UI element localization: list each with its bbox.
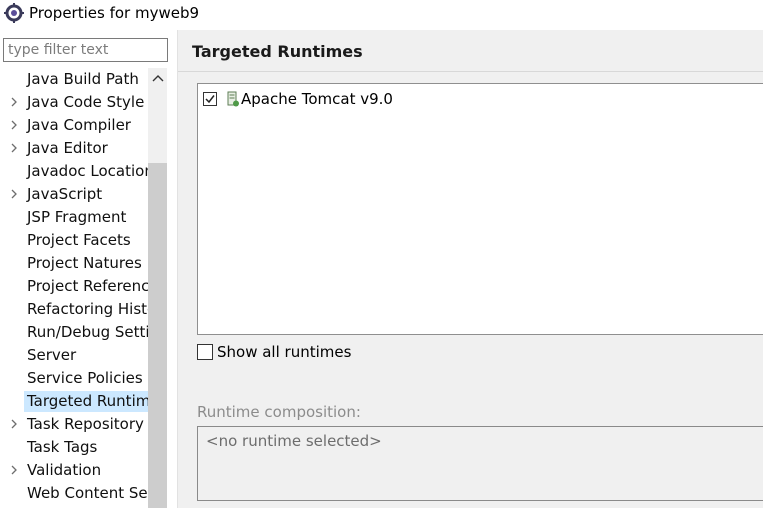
chevron-up-icon[interactable]	[152, 73, 164, 83]
show-all-label: Show all runtimes	[217, 343, 352, 361]
tree-item-label: Project Facets	[27, 231, 131, 249]
tree-item-label: Java Code Style	[27, 93, 145, 111]
runtimes-list[interactable]: Apache Tomcat v9.0	[197, 83, 763, 335]
tree-item-project-facets[interactable]: Project Facets	[0, 229, 148, 252]
checkmark-icon	[205, 95, 215, 104]
tree-item-java-code-style[interactable]: Java Code Style	[0, 91, 148, 114]
runtime-composition-label: Runtime composition:	[197, 403, 361, 421]
tree-item-label: Project References	[27, 277, 148, 295]
tree-item-service-policies[interactable]: Service Policies	[0, 367, 148, 390]
tree-item-label: Task Tags	[27, 438, 98, 456]
tree-item-javadoc-location[interactable]: Javadoc Location	[0, 160, 148, 183]
tree-item-web-content-settings[interactable]: Web Content Settings	[0, 482, 148, 505]
title-bar: Properties for myweb9	[0, 0, 763, 26]
header-separator	[178, 71, 763, 72]
runtime-checkbox[interactable]	[203, 92, 217, 106]
tree-item-label: Java Build Path	[27, 70, 139, 88]
tree-item-jsp-fragment[interactable]: JSP Fragment	[0, 206, 148, 229]
tree-item-label: Java Editor	[27, 139, 108, 157]
tree-item-java-compiler[interactable]: Java Compiler	[0, 114, 148, 137]
filter-input[interactable]	[4, 39, 167, 61]
tree-item-run-debug-settings[interactable]: Run/Debug Settings	[0, 321, 148, 344]
tree-scrollbar[interactable]	[148, 68, 167, 508]
tree-item-project-natures[interactable]: Project Natures	[0, 252, 148, 275]
tree-item-project-references[interactable]: Project References	[0, 275, 148, 298]
chevron-right-icon[interactable]	[9, 97, 19, 107]
tree-item-label: Targeted Runtimes	[27, 392, 148, 410]
chevron-right-icon[interactable]	[9, 419, 19, 429]
tree-item-label: JSP Fragment	[27, 208, 127, 226]
tomcat-server-icon	[227, 91, 239, 107]
tree-item-java-build-path[interactable]: Java Build Path	[0, 68, 148, 91]
runtime-item-tomcat[interactable]: Apache Tomcat v9.0	[203, 90, 603, 110]
chevron-right-icon[interactable]	[9, 143, 19, 153]
page-title: Targeted Runtimes	[192, 42, 363, 61]
tree-item-label: Refactoring History	[27, 300, 148, 318]
tree-item-label: Javadoc Location	[27, 162, 148, 180]
tree-item-targeted-runtimes[interactable]: Targeted Runtimes	[0, 390, 148, 413]
show-all-runtimes[interactable]: Show all runtimes	[197, 343, 397, 363]
tree-item-java-editor[interactable]: Java Editor	[0, 137, 148, 160]
tree-item-task-tags[interactable]: Task Tags	[0, 436, 148, 459]
tree-item-validation[interactable]: Validation	[0, 459, 148, 482]
property-tree: Java Build Path Java Code Style Java Com…	[0, 68, 148, 508]
tree-item-label: Run/Debug Settings	[27, 323, 148, 341]
filter-field[interactable]	[3, 38, 168, 62]
tree-item-label: Task Repository	[27, 415, 144, 433]
eclipse-gear-icon	[4, 3, 24, 23]
tree-item-label: Validation	[27, 461, 102, 479]
chevron-right-icon[interactable]	[9, 189, 19, 199]
tree-item-label: Server	[27, 346, 77, 364]
show-all-checkbox[interactable]	[197, 344, 213, 360]
tree-item-server[interactable]: Server	[0, 344, 148, 367]
runtime-composition-box: <no runtime selected>	[197, 426, 763, 501]
scrollbar-thumb[interactable]	[148, 163, 167, 508]
window-title: Properties for myweb9	[29, 4, 200, 22]
tree-item-javascript[interactable]: JavaScript	[0, 183, 148, 206]
tree-item-label: Project Natures	[27, 254, 142, 272]
tree-item-label: Service Policies	[27, 369, 143, 387]
tree-item-label: Web Content Settings	[27, 484, 148, 502]
runtime-label: Apache Tomcat v9.0	[241, 90, 393, 108]
tree-item-label: Java Compiler	[27, 116, 131, 134]
runtime-composition-value: <no runtime selected>	[206, 432, 382, 450]
chevron-right-icon[interactable]	[9, 465, 19, 475]
chevron-right-icon[interactable]	[9, 120, 19, 130]
tree-item-label: JavaScript	[27, 185, 103, 203]
tree-item-refactoring-history[interactable]: Refactoring History	[0, 298, 148, 321]
tree-item-task-repository[interactable]: Task Repository	[0, 413, 148, 436]
